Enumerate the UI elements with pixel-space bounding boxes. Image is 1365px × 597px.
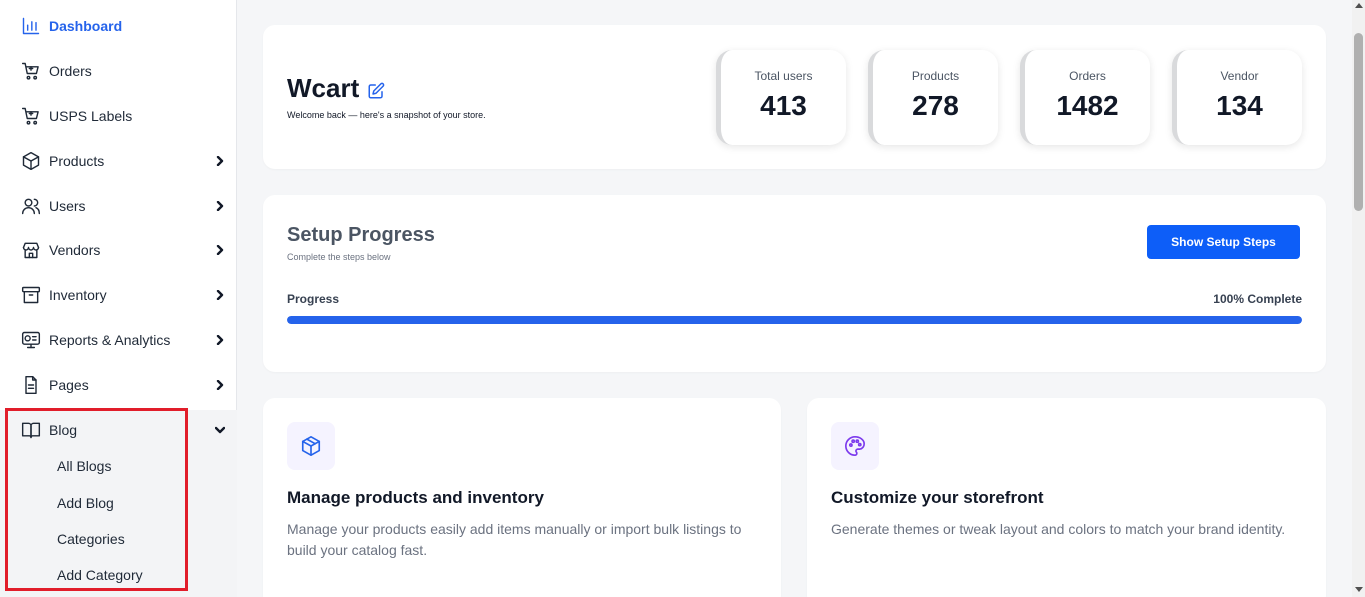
stat-label: Total users — [754, 69, 813, 83]
sidebar-item-label: Users — [49, 198, 86, 214]
users-icon — [20, 195, 42, 217]
feature-description: Generate themes or tweak layout and colo… — [831, 521, 1286, 537]
stat-card-products: Products 278 — [868, 50, 998, 145]
feature-card-storefront[interactable]: Customize your storefront Generate theme… — [807, 398, 1326, 597]
document-icon — [20, 374, 42, 396]
stat-value: 134 — [1216, 90, 1263, 121]
scrollbar-thumb[interactable] — [1354, 33, 1363, 211]
archive-icon — [20, 284, 42, 306]
sidebar-item-label: Dashboard — [49, 18, 123, 34]
cart-icon — [20, 105, 42, 127]
bar-chart-icon — [20, 15, 42, 37]
palette-icon — [831, 422, 879, 470]
book-icon — [20, 419, 42, 441]
feature-title: Customize your storefront — [831, 488, 1044, 507]
sidebar-item-users[interactable]: Users — [0, 189, 237, 223]
sidebar-item-usps-labels[interactable]: USPS Labels — [0, 99, 237, 133]
stat-label: Vendor — [1220, 69, 1259, 83]
setup-title: Setup Progress — [287, 224, 435, 246]
stat-card-total-users: Total users 413 — [716, 50, 846, 145]
sidebar-item-label: Orders — [49, 63, 92, 79]
sidebar-item-label: USPS Labels — [49, 108, 133, 124]
chevron-right-icon — [214, 334, 226, 346]
progress-label: Progress — [287, 292, 340, 306]
sidebar-item-vendors[interactable]: Vendors — [0, 233, 237, 267]
feature-card-products[interactable]: Manage products and inventory Manage you… — [263, 398, 781, 597]
blog-subitem-categories[interactable]: Categories — [57, 531, 125, 547]
stat-card-orders: Orders 1482 — [1020, 50, 1150, 145]
chevron-right-icon — [214, 155, 226, 167]
package-icon — [287, 422, 335, 470]
feature-title: Manage products and inventory — [287, 488, 544, 507]
blog-subitem-all-blogs[interactable]: All Blogs — [57, 458, 111, 474]
sidebar-item-label: Pages — [49, 377, 89, 393]
progress-bar — [287, 316, 1302, 324]
cart-icon — [20, 60, 42, 82]
chevron-right-icon — [214, 289, 226, 301]
sidebar-item-orders[interactable]: Orders — [0, 54, 237, 88]
page-subtitle: Welcome back — here's a snapshot of your… — [287, 110, 486, 120]
sidebar-item-inventory[interactable]: Inventory — [0, 278, 237, 312]
setup-progress-card: Setup Progress Complete the steps below … — [263, 195, 1326, 372]
show-setup-steps-button[interactable]: Show Setup Steps — [1147, 225, 1300, 259]
store-icon — [20, 239, 42, 261]
sidebar-item-label: Blog — [49, 422, 78, 438]
store-overview-card: Wcart Welcome back — here's a snapshot o… — [263, 25, 1326, 169]
sidebar-item-dashboard[interactable]: Dashboard — [0, 9, 237, 43]
sidebar-item-blog[interactable]: Blog — [0, 413, 237, 447]
feature-description: Manage your products easily add items ma… — [287, 521, 742, 558]
sidebar-item-label: Products — [49, 153, 105, 169]
sidebar-item-pages[interactable]: Pages — [0, 368, 237, 402]
chevron-right-icon — [214, 200, 226, 212]
chevron-right-icon — [214, 244, 226, 256]
blog-subitem-add-category[interactable]: Add Category — [57, 567, 143, 583]
stat-label: Products — [911, 69, 960, 83]
sidebar-item-label: Inventory — [49, 287, 107, 303]
progress-percent-text: 100% Complete — [1213, 292, 1302, 306]
edit-icon[interactable] — [367, 82, 385, 100]
stat-value: 413 — [760, 90, 807, 121]
chevron-down-icon — [214, 424, 226, 436]
stat-card-vendor: Vendor 134 — [1172, 50, 1302, 145]
sidebar: Dashboard Orders USPS Labels Products Us… — [0, 0, 237, 597]
blog-subitem-add-blog[interactable]: Add Blog — [57, 495, 114, 511]
stat-value: 1482 — [1056, 90, 1119, 121]
scroll-up-arrow-icon[interactable] — [1355, 3, 1363, 8]
stat-label: Orders — [1069, 69, 1106, 83]
stat-value: 278 — [912, 90, 959, 121]
progress-bar-fill — [287, 316, 1302, 324]
page-title: Wcart — [287, 73, 360, 103]
sidebar-item-label: Vendors — [49, 242, 101, 258]
box-icon — [20, 150, 42, 172]
setup-subtitle: Complete the steps below — [287, 252, 391, 262]
monitor-chart-icon — [20, 329, 42, 351]
page-scrollbar[interactable] — [1352, 0, 1365, 597]
chevron-right-icon — [214, 379, 226, 391]
sidebar-item-reports-analytics[interactable]: Reports & Analytics — [0, 323, 237, 357]
sidebar-item-products[interactable]: Products — [0, 144, 237, 178]
scroll-down-arrow-icon[interactable] — [1355, 587, 1363, 592]
sidebar-item-label: Reports & Analytics — [49, 332, 171, 348]
